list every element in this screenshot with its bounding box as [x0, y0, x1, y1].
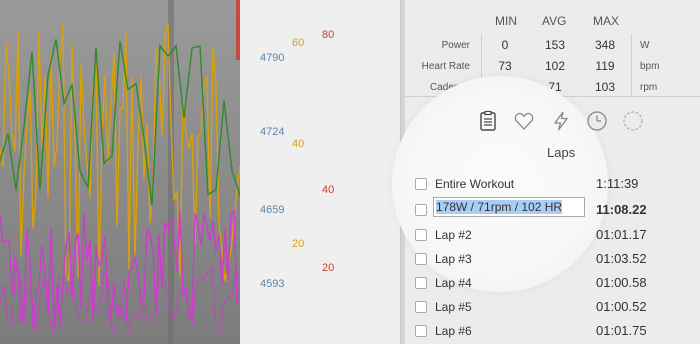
- lap-checkbox[interactable]: [415, 325, 427, 337]
- lap-name-selection: 178W / 71rpm / 102 HR: [436, 200, 563, 214]
- lap-name: Lap #3: [435, 252, 472, 266]
- stats-header-min: MIN: [495, 14, 517, 28]
- axis-label-orange: 20: [292, 238, 305, 250]
- axis-label-orange: 40: [292, 138, 305, 150]
- axis-label-red: 80: [322, 29, 335, 41]
- axis-label-red: 40: [322, 184, 335, 196]
- lap-row-5[interactable]: Lap #5 01:00.52: [415, 298, 675, 318]
- lap-time: 01:00.52: [596, 299, 647, 314]
- lap-name-input[interactable]: 178W / 71rpm / 102 HR: [433, 197, 585, 217]
- lap-row-1[interactable]: 178W / 71rpm / 102 HR 11:08.22: [415, 197, 675, 221]
- stat-label-heart: Heart Rate: [421, 61, 470, 72]
- axis-label-orange: 60: [292, 37, 305, 49]
- lap-checkbox[interactable]: [415, 301, 427, 313]
- clipboard-icon[interactable]: [477, 110, 499, 132]
- axis-label-red: 20: [322, 262, 335, 274]
- axis-strip: 4790 4724 4659 4593 60 40 20 80 40 20: [240, 0, 400, 344]
- lap-checkbox[interactable]: [415, 253, 427, 265]
- stat-avg-power: 153: [544, 38, 566, 52]
- stat-avg-heart: 102: [544, 59, 566, 73]
- stat-min-heart: 73: [498, 59, 512, 73]
- lap-name: Lap #4: [435, 276, 472, 290]
- stats-header-avg: AVG: [542, 14, 567, 28]
- lap-name: Lap #5: [435, 300, 472, 314]
- dashed-circle-icon[interactable]: [622, 110, 644, 132]
- lap-row-4[interactable]: Lap #4 01:00.58: [415, 274, 675, 294]
- lap-time: 1:11:39: [596, 176, 639, 191]
- clock-icon[interactable]: [586, 110, 608, 132]
- lap-row-entire[interactable]: Entire Workout 1:11:39: [415, 175, 675, 195]
- lightning-icon[interactable]: [550, 110, 572, 132]
- lap-time: 01:01.17: [596, 227, 647, 242]
- lap-checkbox[interactable]: [415, 204, 427, 216]
- lap-name: Lap #6: [435, 324, 472, 338]
- lap-checkbox[interactable]: [415, 277, 427, 289]
- axis-label-blue: 4659: [260, 204, 285, 216]
- stat-unit-power: W: [640, 40, 650, 51]
- laps-title: Laps: [547, 145, 576, 160]
- lap-checkbox[interactable]: [415, 229, 427, 241]
- heart-icon[interactable]: [513, 110, 535, 132]
- stat-unit-cadence: rpm: [640, 82, 658, 93]
- lap-name: Lap #2: [435, 228, 472, 242]
- lap-time: 01:03.52: [596, 251, 647, 266]
- stats-header-max: MAX: [593, 14, 620, 28]
- lap-time: 11:08.22: [596, 202, 647, 217]
- axis-label-blue: 4593: [260, 278, 285, 290]
- lap-row-6[interactable]: Lap #6 01:01.75: [415, 322, 675, 342]
- stat-label-power: Power: [441, 40, 470, 51]
- lap-time: 01:00.58: [596, 275, 647, 290]
- lap-time: 01:01.75: [596, 323, 647, 338]
- stat-unit-heart: bpm: [640, 61, 660, 72]
- workout-chart[interactable]: [0, 0, 240, 344]
- lap-row-3[interactable]: Lap #3 01:03.52: [415, 250, 675, 270]
- axis-label-blue: 4724: [260, 126, 285, 138]
- stat-max-cadence: 103: [594, 80, 616, 94]
- stat-max-power: 348: [594, 38, 616, 52]
- lap-row-2[interactable]: Lap #2 01:01.17: [415, 226, 675, 246]
- chart-plot: [0, 0, 240, 344]
- stats-divider: [631, 34, 632, 96]
- stat-min-power: 0: [501, 38, 509, 52]
- lap-checkbox[interactable]: [415, 178, 427, 190]
- stat-max-heart: 119: [595, 59, 615, 73]
- lap-name: Entire Workout: [435, 177, 515, 191]
- axis-label-blue: 4790: [260, 52, 285, 64]
